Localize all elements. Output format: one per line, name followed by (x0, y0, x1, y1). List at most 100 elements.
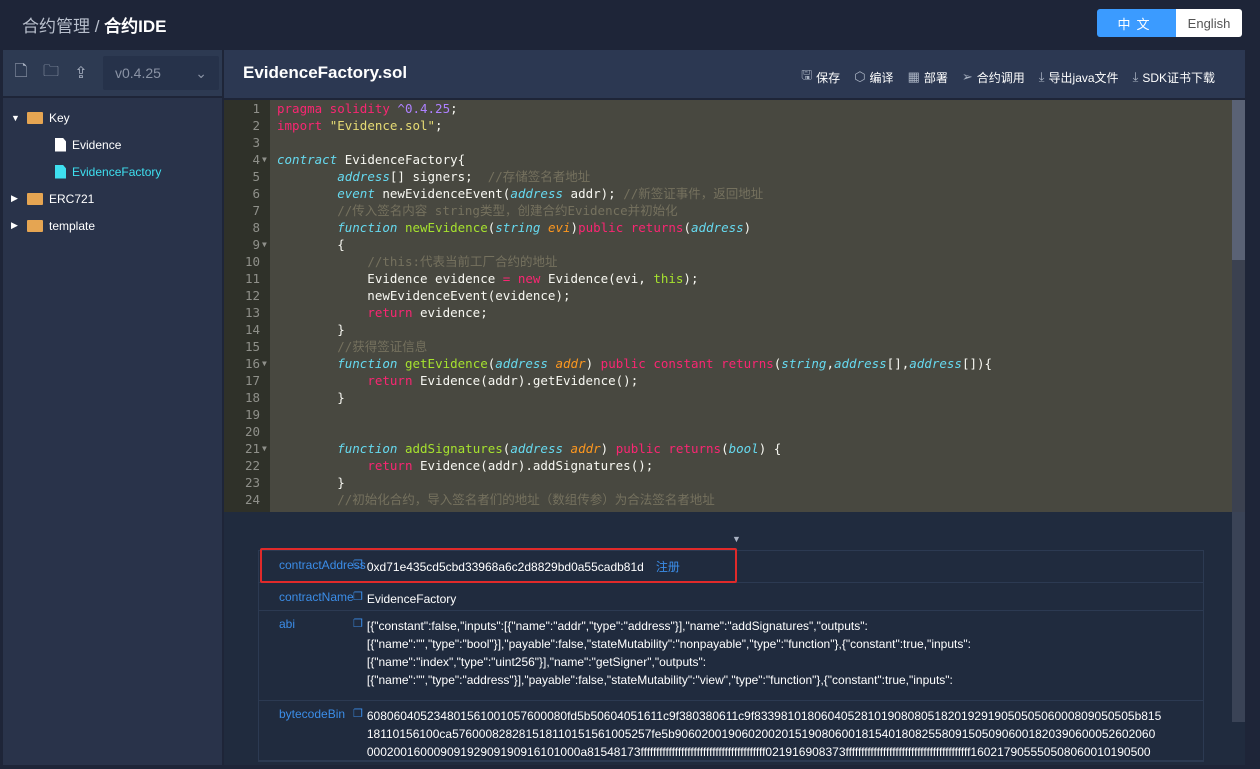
code-text: //获得签证信息 (277, 338, 427, 355)
lang-zh-button[interactable]: 中文 (1097, 9, 1176, 37)
result-scrollbar[interactable] (1232, 512, 1245, 722)
action-button[interactable]: 🖫 保存 (801, 66, 840, 88)
code-token: ^0.4.25 (397, 101, 451, 116)
line-number: 18 (244, 390, 260, 405)
line-number: 10 (244, 254, 260, 269)
code-token: //新签证事件，返回地址 (623, 186, 764, 201)
row-key: contractName (279, 590, 354, 604)
code-text: { (277, 236, 345, 253)
code-text: newEvidenceEvent(evidence); (277, 287, 571, 304)
line-number: 22 (244, 458, 260, 473)
fold-arrow-icon[interactable]: ▼ (262, 151, 267, 168)
collapse-caret-icon[interactable]: ▼ (732, 534, 741, 544)
editor-header: EvidenceFactory.sol 🖫 保存 ⬡ 编译 ▦ 部署 ➢ 合约调用 ⤓ 导出jav… (224, 50, 1245, 98)
tree-item-evidence[interactable]: Evidence (3, 131, 222, 158)
action-button[interactable]: ⬡ 编译 (854, 66, 893, 88)
code-text: //this:代表当前工厂合约的地址 (277, 253, 557, 270)
code-token: newEvidenceEvent(evidence); (277, 288, 571, 303)
action-label: 部署 (923, 70, 948, 85)
code-text: event newEvidenceEvent(address addr); //… (277, 185, 763, 202)
compile-icon: ⬡ (854, 69, 866, 84)
editor-actions: 🖫 保存 ⬡ 编译 ▦ 部署 ➢ 合约调用 ⤓ 导出java文件 ⤓ SDK证书下载 (801, 66, 1215, 88)
editor-scrollbar[interactable] (1232, 100, 1245, 260)
fold-arrow-icon[interactable]: ▼ (262, 355, 267, 372)
code-text: } (277, 389, 345, 406)
caret-right-icon[interactable]: ▶ (11, 193, 21, 204)
highlight-box (260, 548, 737, 583)
code-token: pragma solidity (277, 101, 398, 116)
copy-icon[interactable]: ❐ (353, 707, 363, 760)
code-line: 9 ▼ { (224, 236, 1232, 253)
fold-arrow-icon[interactable]: ▼ (262, 440, 267, 457)
folder-icon (27, 219, 43, 232)
code-token: return (367, 305, 413, 320)
code-token: } (277, 322, 345, 337)
breadcrumb-parent[interactable]: 合约管理 (22, 17, 90, 36)
line-number: 16 (244, 356, 260, 371)
code-text: function getEvidence(address addr) publi… (277, 355, 992, 372)
breadcrumb-current: 合约IDE (104, 17, 167, 36)
action-button[interactable]: ⤓ SDK证书下载 (1133, 66, 1215, 88)
code-line: 6 event newEvidenceEvent(address addr); … (224, 185, 1232, 202)
line-number: 17 (244, 373, 260, 388)
compiler-version-select[interactable]: v0.4.25 ⌄ (103, 56, 219, 90)
line-number: 14 (244, 322, 260, 337)
code-token: addSignatures (397, 441, 503, 456)
action-label: SDK证书下载 (1142, 70, 1215, 85)
download-icon: ⤓ (1038, 69, 1045, 84)
code-token: evidence; (412, 305, 488, 320)
line-number: 19 (244, 407, 260, 422)
copy-icon[interactable]: ❐ (353, 617, 363, 700)
code-token: ) (570, 220, 579, 235)
code-token: ) (600, 441, 616, 456)
code-line: 8 function newEvidence(string evi)public… (224, 219, 1232, 236)
code-token: public returns (578, 220, 684, 235)
code-line: 2 import "Evidence.sol"; (224, 117, 1232, 134)
code-editor[interactable]: 1 pragma solidity ^0.4.25; 2 import "Evide… (224, 100, 1232, 512)
action-button[interactable]: ⤓ 导出java文件 (1039, 66, 1119, 88)
code-token: this (653, 271, 684, 286)
code-token: []){ (961, 356, 993, 371)
new-folder-icon[interactable]: 🗀 (41, 63, 61, 83)
code-token: address (833, 356, 887, 371)
top-bar: 合约管理 / 合约IDE 中文 English (0, 0, 1260, 46)
lang-en-button[interactable]: English (1176, 9, 1242, 37)
code-token: function (337, 220, 398, 235)
copy-icon[interactable]: ❐ (353, 590, 363, 610)
tree-item-erc721[interactable]: ▶ ERC721 (3, 185, 222, 212)
value-text-block: EvidenceFactory (367, 590, 456, 610)
code-token: address (690, 220, 744, 235)
tree-item-label: EvidenceFactory (72, 164, 162, 179)
new-file-icon[interactable]: 🗋 (11, 63, 31, 83)
row-value: ❐ EvidenceFactory (353, 590, 1203, 610)
code-token: { (277, 237, 345, 252)
code-line: 4 ▼ contract EvidenceFactory{ (224, 151, 1232, 168)
action-button[interactable]: ▦ 部署 (908, 66, 948, 88)
action-label: 编译 (869, 70, 894, 85)
action-button[interactable]: ➢ 合约调用 (962, 66, 1025, 88)
caret-right-icon[interactable]: ▶ (11, 220, 21, 231)
tree-item-key[interactable]: ▼ Key (3, 104, 222, 131)
code-token: "Evidence.sol" (329, 118, 436, 133)
code-token: } (277, 390, 345, 405)
code-token: address (510, 441, 564, 456)
row-key: bytecodeBin (279, 707, 346, 721)
code-token: string (495, 220, 541, 235)
code-token: evi (540, 220, 571, 235)
code-text: //传入签名内容 string类型，创建合约Evidence并初始化 (277, 202, 677, 219)
code-token: //获得签证信息 (337, 339, 428, 354)
tree-item-evidencefactory[interactable]: EvidenceFactory (3, 158, 222, 185)
tree-item-template[interactable]: ▶ template (3, 212, 222, 239)
code-line: 12 newEvidenceEvent(evidence); (224, 287, 1232, 304)
upload-icon[interactable]: ⇪ (71, 63, 91, 83)
caret-down-icon[interactable]: ▼ (11, 113, 21, 123)
code-line: 5 address[] signers; //存储签名者地址 (224, 168, 1232, 185)
code-line: 19 (224, 406, 1232, 423)
code-text: pragma solidity ^0.4.25; (277, 100, 465, 117)
line-number: 9 (252, 237, 260, 252)
code-line: 15 //获得签证信息 (224, 338, 1232, 355)
line-number: 2 (252, 118, 260, 133)
fold-arrow-icon[interactable]: ▼ (262, 236, 267, 253)
